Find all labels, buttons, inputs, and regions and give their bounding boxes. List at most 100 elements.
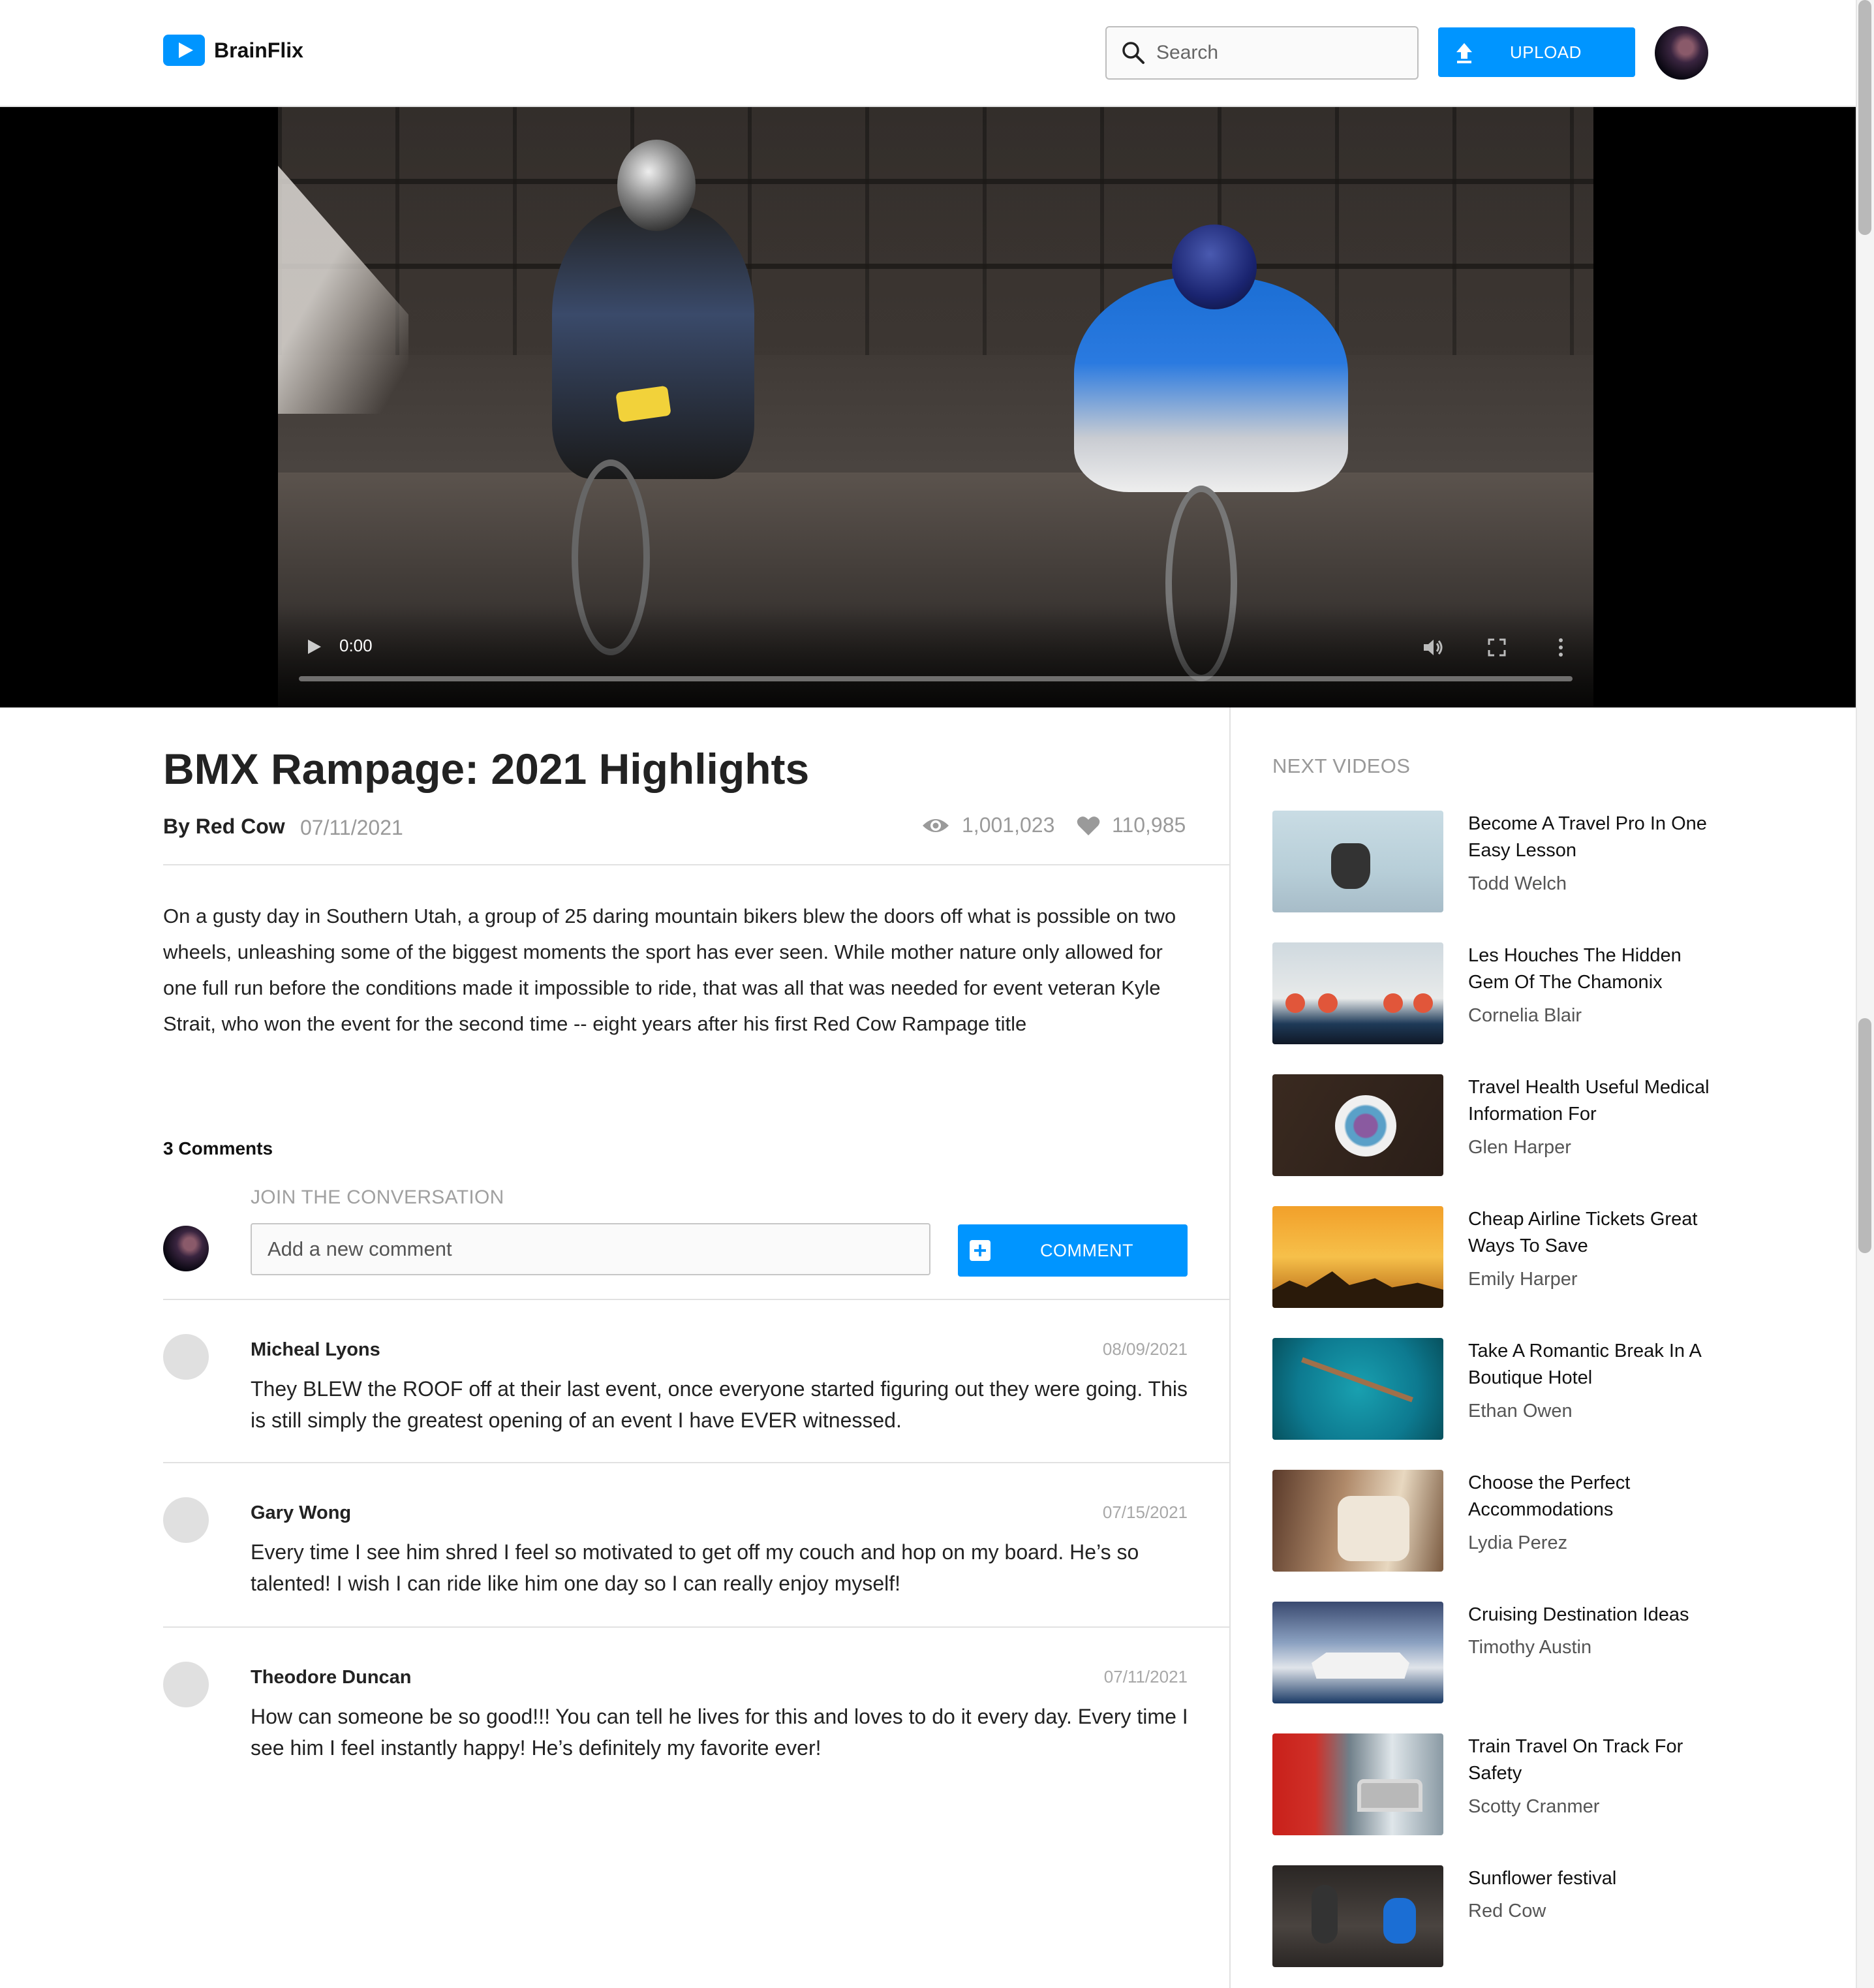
search-icon bbox=[1122, 42, 1144, 64]
divider bbox=[163, 1626, 1229, 1628]
commenter-avatar bbox=[163, 1497, 209, 1543]
next-video-item[interactable]: Become A Travel Pro In One Easy Lesson T… bbox=[1272, 811, 1710, 912]
next-video-title: Take A Romantic Break In A Boutique Hote… bbox=[1468, 1341, 1701, 1388]
controls-gradient bbox=[278, 603, 1593, 707]
next-video-item[interactable]: Choose the Perfect Accommodations Lydia … bbox=[1272, 1470, 1710, 1572]
comment-date: 08/09/2021 bbox=[1102, 1339, 1188, 1359]
video-frame-roof bbox=[278, 107, 1593, 355]
video-thumbnail bbox=[1272, 1074, 1443, 1176]
video-player[interactable]: 0:00 bbox=[278, 107, 1593, 707]
next-video-title: Les Houches The Hidden Gem Of The Chamon… bbox=[1468, 945, 1682, 993]
next-video-title: Cruising Destination Ideas bbox=[1468, 1604, 1689, 1625]
next-video-item[interactable]: Take A Romantic Break In A Boutique Hote… bbox=[1272, 1338, 1710, 1440]
video-thumbnail bbox=[1272, 1338, 1443, 1440]
commenter-name: Theodore Duncan bbox=[251, 1667, 412, 1688]
comment-date: 07/11/2021 bbox=[1103, 1667, 1188, 1686]
volume-icon[interactable] bbox=[1421, 636, 1445, 659]
next-video-item[interactable]: Travel Health Useful Medical Information… bbox=[1272, 1074, 1710, 1176]
upload-button[interactable]: UPLOAD bbox=[1438, 27, 1635, 77]
comment-button-label: COMMENT bbox=[1040, 1240, 1133, 1260]
next-video-author: Scotty Cranmer bbox=[1468, 1796, 1600, 1817]
divider bbox=[163, 1299, 1229, 1300]
next-video-author: Emily Harper bbox=[1468, 1269, 1578, 1290]
next-video-title: Travel Health Useful Medical Information… bbox=[1468, 1077, 1710, 1125]
next-video-item[interactable]: Les Houches The Hidden Gem Of The Chamon… bbox=[1272, 942, 1710, 1044]
next-videos-heading: NEXT VIDEOS bbox=[1272, 754, 1411, 777]
video-frame-beam bbox=[278, 179, 1593, 184]
comment-text: They BLEW the ROOF off at their last eve… bbox=[251, 1377, 1188, 1432]
like-count[interactable]: 110,985 bbox=[1077, 813, 1186, 837]
next-video-author: Todd Welch bbox=[1468, 873, 1567, 894]
next-video-item[interactable]: Cruising Destination Ideas Timothy Austi… bbox=[1272, 1602, 1710, 1703]
scrollbar-thumb[interactable] bbox=[1858, 0, 1871, 235]
top-header: BrainFlix UPLOAD bbox=[0, 0, 1856, 107]
video-frame-beam bbox=[278, 264, 1593, 269]
video-thumbnail bbox=[1272, 1206, 1443, 1308]
upload-label: UPLOAD bbox=[1510, 42, 1582, 62]
current-time: 0:00 bbox=[339, 636, 373, 655]
comment-text: How can someone be so good!!! You can te… bbox=[251, 1705, 1188, 1760]
video-title: BMX Rampage: 2021 Highlights bbox=[163, 745, 810, 793]
video-player-band: 0:00 bbox=[0, 107, 1856, 707]
upload-icon bbox=[1456, 43, 1472, 63]
commenter-avatar bbox=[163, 1334, 209, 1380]
search-input[interactable] bbox=[1156, 42, 1404, 64]
next-video-item[interactable]: Cheap Airline Tickets Great Ways To Save… bbox=[1272, 1206, 1710, 1308]
rider-right-helmet bbox=[1172, 225, 1257, 309]
scrollbar-thumb[interactable] bbox=[1858, 1018, 1871, 1253]
play-logo-icon bbox=[163, 35, 205, 66]
comment-text: Every time I see him shred I feel so mot… bbox=[251, 1540, 1139, 1595]
commenter-avatar bbox=[163, 1662, 209, 1707]
video-date: 07/11/2021 bbox=[300, 816, 403, 839]
video-thumbnail bbox=[1272, 811, 1443, 912]
video-thumbnail bbox=[1272, 1733, 1443, 1835]
video-thumbnail bbox=[1272, 1470, 1443, 1572]
next-video-author: Lydia Perez bbox=[1468, 1532, 1568, 1553]
next-video-author: Cornelia Blair bbox=[1468, 1005, 1582, 1026]
eye-icon bbox=[923, 818, 949, 832]
next-video-author: Glen Harper bbox=[1468, 1137, 1571, 1158]
comments-count: 3 Comments bbox=[163, 1138, 273, 1158]
column-divider bbox=[1229, 707, 1231, 1988]
commenter-name: Gary Wong bbox=[251, 1502, 352, 1523]
next-video-item[interactable]: Sunflower festival Red Cow bbox=[1272, 1865, 1710, 1967]
play-icon[interactable] bbox=[304, 637, 324, 657]
next-video-title: Cheap Airline Tickets Great Ways To Save bbox=[1468, 1209, 1698, 1256]
next-video-title: Train Travel On Track For Safety bbox=[1468, 1736, 1683, 1784]
rider-left bbox=[552, 205, 754, 479]
next-video-author: Timothy Austin bbox=[1468, 1637, 1592, 1658]
comment-date: 07/15/2021 bbox=[1102, 1502, 1188, 1522]
view-count: 1,001,023 bbox=[921, 813, 1054, 837]
video-channel[interactable]: By Red Cow bbox=[163, 815, 285, 839]
current-user-avatar bbox=[163, 1226, 209, 1271]
video-thumbnail bbox=[1272, 1865, 1443, 1967]
brainflix-logo[interactable]: BrainFlix bbox=[163, 34, 303, 67]
page-scrollbar[interactable] bbox=[1856, 0, 1874, 1988]
next-video-item[interactable]: Train Travel On Track For Safety Scotty … bbox=[1272, 1733, 1710, 1835]
next-video-title: Become A Travel Pro In One Easy Lesson bbox=[1468, 813, 1707, 861]
comment-button[interactable]: COMMENT bbox=[958, 1224, 1188, 1277]
more-options-icon[interactable] bbox=[1549, 636, 1573, 659]
rider-left-helmet bbox=[617, 140, 696, 231]
heart-icon bbox=[1077, 816, 1100, 835]
commenter-name: Micheal Lyons bbox=[251, 1339, 380, 1360]
fullscreen-icon[interactable] bbox=[1485, 636, 1509, 659]
join-conversation-label: JOIN THE CONVERSATION bbox=[251, 1187, 504, 1208]
app-name: BrainFlix bbox=[214, 38, 303, 62]
divider bbox=[163, 1462, 1229, 1463]
add-comment-icon bbox=[970, 1240, 991, 1261]
video-thumbnail bbox=[1272, 942, 1443, 1044]
video-thumbnail bbox=[1272, 1602, 1443, 1703]
next-video-title: Sunflower festival bbox=[1468, 1868, 1617, 1889]
likes-value: 110,985 bbox=[1112, 813, 1186, 837]
next-video-author: Ethan Owen bbox=[1468, 1401, 1573, 1421]
divider bbox=[163, 864, 1229, 865]
user-avatar[interactable] bbox=[1655, 26, 1708, 80]
video-description: On a gusty day in Southern Utah, a group… bbox=[163, 905, 1176, 1035]
search-box[interactable] bbox=[1105, 26, 1419, 80]
comment-input[interactable] bbox=[251, 1223, 930, 1275]
views-value: 1,001,023 bbox=[962, 813, 1055, 837]
video-progress-bar[interactable] bbox=[299, 676, 1573, 681]
next-video-title: Choose the Perfect Accommodations bbox=[1468, 1472, 1631, 1520]
next-video-author: Red Cow bbox=[1468, 1901, 1546, 1921]
